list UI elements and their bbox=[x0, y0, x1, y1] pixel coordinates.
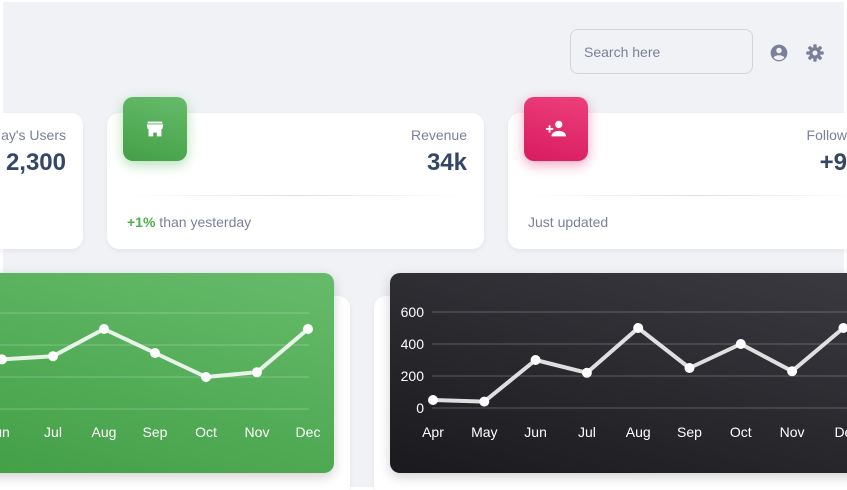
data-point bbox=[48, 351, 58, 362]
search-input[interactable] bbox=[584, 43, 739, 60]
y-tick-label: 200 bbox=[401, 368, 425, 384]
stat-value: 34k bbox=[426, 149, 467, 176]
stat-label: ay's Users bbox=[1, 127, 66, 143]
data-point bbox=[530, 355, 541, 365]
person-add-icon bbox=[545, 120, 567, 137]
dark-line-chart: 600 400 200 0 Apr May Jun Jul Aug Sep Oct Nov De bbox=[390, 273, 847, 473]
green-chart-svg: un Jul Aug Sep Oct Nov Dec bbox=[0, 312, 321, 440]
stat-footer-text: than yesterday bbox=[155, 214, 252, 230]
data-point bbox=[303, 324, 313, 334]
settings-gear-icon[interactable] bbox=[805, 43, 825, 63]
stat-change-percent: +1% bbox=[127, 214, 156, 230]
y-tick-label: 600 bbox=[401, 304, 425, 320]
y-tick-label: 400 bbox=[401, 336, 425, 352]
data-point bbox=[735, 339, 746, 349]
x-tick-label: Oct bbox=[195, 424, 217, 440]
x-tick-label: Nov bbox=[780, 424, 805, 440]
followers-icon-box bbox=[524, 97, 588, 161]
data-point bbox=[581, 367, 592, 378]
x-tick-label: Jul bbox=[578, 424, 596, 440]
search-box[interactable] bbox=[570, 29, 753, 74]
x-tick-label: Sep bbox=[677, 424, 702, 440]
data-point bbox=[252, 367, 262, 378]
y-tick-label: 0 bbox=[416, 400, 424, 416]
stat-value: +9 bbox=[819, 149, 847, 176]
data-point bbox=[0, 354, 7, 365]
x-tick-label: Jun bbox=[524, 424, 547, 440]
data-point bbox=[99, 324, 109, 334]
data-point bbox=[428, 395, 438, 405]
account-circle-icon[interactable] bbox=[769, 43, 789, 63]
stat-value: 2,300 bbox=[5, 149, 66, 176]
data-point bbox=[201, 372, 211, 382]
stat-label: Revenue bbox=[410, 127, 467, 143]
card-divider bbox=[127, 195, 464, 196]
x-tick-label: De bbox=[834, 424, 847, 440]
x-tick-label: Dec bbox=[296, 424, 321, 440]
x-tick-label: Aug bbox=[626, 424, 651, 440]
stat-label: Follow bbox=[806, 127, 847, 143]
stat-card-users: ay's Users 2,300 bbox=[0, 113, 83, 249]
card-divider bbox=[528, 195, 847, 196]
revenue-icon-box bbox=[123, 97, 187, 161]
data-point bbox=[787, 366, 798, 377]
data-point bbox=[479, 396, 490, 407]
x-tick-label: Nov bbox=[245, 424, 270, 440]
data-point bbox=[633, 323, 644, 333]
stat-footer: Just updated bbox=[528, 214, 609, 230]
x-tick-label: Jul bbox=[44, 424, 62, 440]
stat-footer: +1% than yesterday bbox=[127, 214, 251, 230]
frame-top-edge bbox=[0, 0, 847, 2]
x-tick-label: Aug bbox=[92, 424, 117, 440]
x-tick-label: Oct bbox=[730, 424, 752, 440]
x-tick-label: un bbox=[0, 424, 10, 440]
x-tick-label: Apr bbox=[422, 424, 444, 440]
series-line bbox=[432, 326, 845, 404]
x-tick-label: Sep bbox=[143, 424, 168, 440]
data-point bbox=[150, 348, 160, 358]
x-tick-label: May bbox=[471, 424, 497, 440]
store-icon bbox=[146, 121, 164, 137]
data-point bbox=[684, 363, 695, 373]
dark-chart-svg: 600 400 200 0 Apr May Jun Jul Aug Sep Oct Nov De bbox=[401, 304, 847, 440]
green-line-chart: un Jul Aug Sep Oct Nov Dec bbox=[0, 273, 334, 473]
